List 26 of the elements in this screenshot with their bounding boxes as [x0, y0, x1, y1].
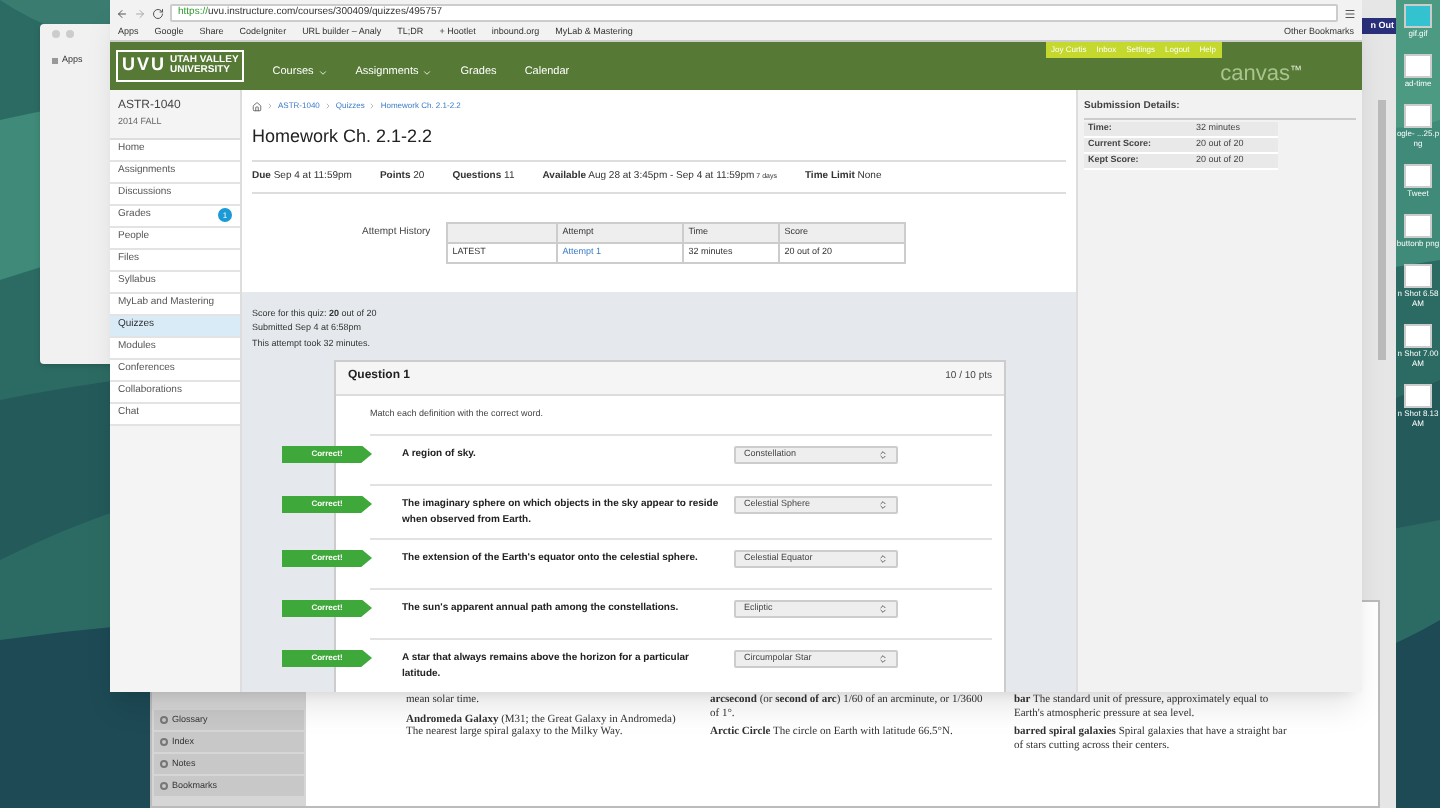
- updown-icon: [878, 603, 888, 613]
- file-icon[interactable]: [1404, 264, 1432, 288]
- canvas-brand[interactable]: canvas$^{™}$: [1220, 57, 1302, 90]
- file-icon[interactable]: [1404, 104, 1432, 128]
- file-icon[interactable]: [1404, 54, 1432, 78]
- reload-icon[interactable]: [152, 7, 164, 19]
- file-icon[interactable]: [1404, 4, 1432, 28]
- file-icon[interactable]: [1404, 324, 1432, 348]
- file-icon[interactable]: [1404, 164, 1432, 188]
- window-minimize-icon[interactable]: [66, 30, 74, 38]
- updown-icon: [878, 553, 888, 563]
- file-icon[interactable]: [1404, 214, 1432, 238]
- forward-icon[interactable]: [134, 7, 146, 19]
- updown-icon: [878, 499, 888, 509]
- updown-icon: [878, 653, 888, 663]
- menu-icon[interactable]: [1344, 7, 1356, 19]
- caret-icon: [422, 67, 433, 77]
- home-icon[interactable]: [252, 101, 262, 111]
- quiz-title: Homework Ch. 2.1-2.2: [252, 124, 435, 150]
- window-close-icon[interactable]: [52, 30, 60, 38]
- apps-icon: [52, 57, 58, 64]
- back-icon[interactable]: [116, 7, 128, 19]
- updown-icon: [878, 449, 888, 459]
- caret-icon: [317, 67, 328, 77]
- uvu-logo[interactable]: UVU: [122, 52, 167, 80]
- file-icon[interactable]: [1404, 384, 1432, 408]
